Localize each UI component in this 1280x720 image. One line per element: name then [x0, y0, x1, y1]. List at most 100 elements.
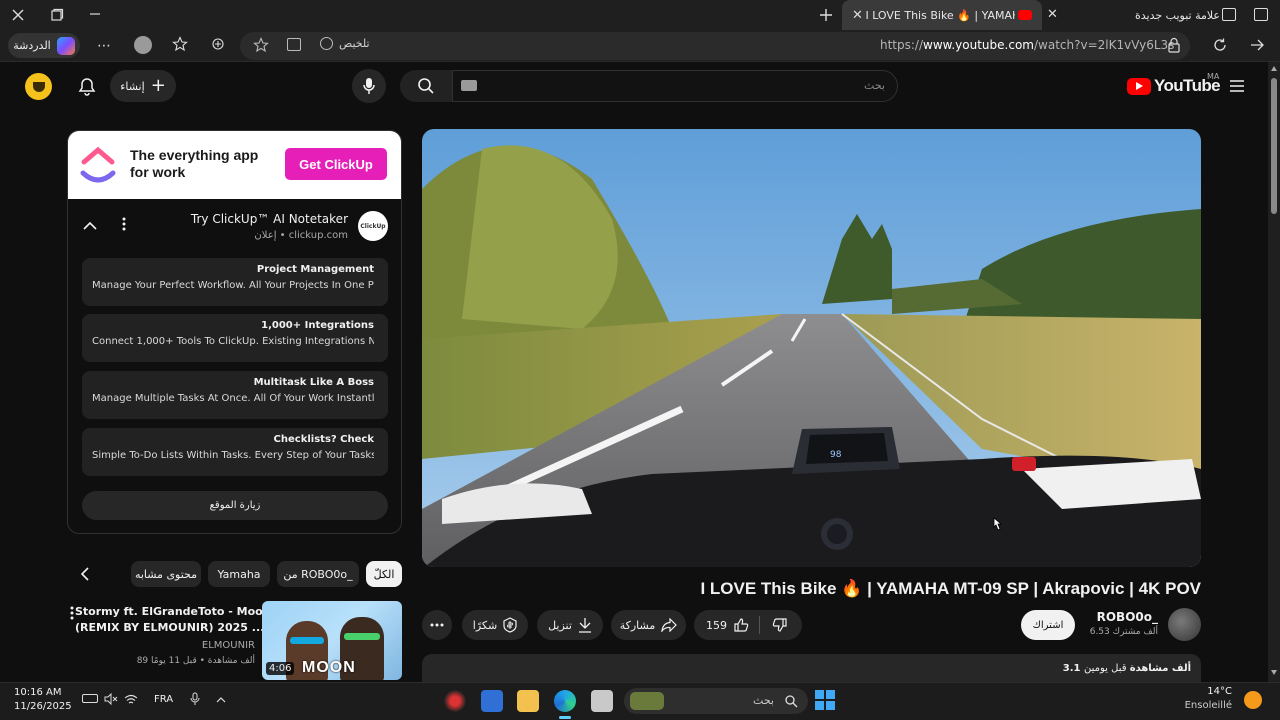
tab-actions-icon[interactable] [1254, 8, 1268, 21]
chip-from-channel[interactable]: من ROBO0o_ [277, 561, 359, 587]
clickup-logo-icon [78, 143, 118, 187]
taskbar-search[interactable]: بحث [624, 688, 808, 714]
ad-sitelink[interactable]: Checklists? Check Simple To-Do Lists Wit… [82, 428, 388, 476]
search-button[interactable] [400, 70, 452, 102]
start-button[interactable] [815, 690, 835, 710]
advertiser-logo[interactable]: ClickUp [358, 211, 388, 241]
tab-close-icon[interactable]: ✕ [852, 8, 863, 23]
weather-widget[interactable]: 14°C Ensoleillé [1185, 686, 1270, 716]
search-input[interactable]: بحث [452, 70, 898, 102]
taskbar-store-icon[interactable] [481, 690, 503, 712]
ad-sitelink-desc: Simple To-Do Lists Within Tasks. Every S… [92, 450, 374, 461]
create-label: إنشاء [120, 79, 145, 93]
ad-collapse-icon[interactable] [83, 221, 97, 230]
thanks-button[interactable]: شكرًا [462, 610, 528, 640]
split-screen-icon[interactable] [287, 38, 301, 51]
tab-close-icon-2[interactable]: ✕ [1047, 7, 1058, 22]
ad-title[interactable]: Try ClickUp™ AI Notetaker [191, 212, 348, 226]
avatar[interactable] [25, 73, 52, 100]
close-window-icon[interactable] [10, 7, 26, 23]
summarize-button[interactable]: تلخيص [320, 37, 370, 50]
clock[interactable]: 10:16 AM 11/26/2025 [14, 686, 72, 714]
keyboard-icon[interactable] [461, 80, 477, 91]
ad-meta: إعلان • clickup.com [254, 230, 348, 241]
microphone-tray-icon[interactable] [190, 692, 200, 706]
video-player[interactable]: 98 [422, 129, 1201, 567]
ad-sitelink[interactable]: Project Management Manage Your Perfect W… [82, 258, 388, 306]
notifications-bell-icon[interactable] [78, 77, 96, 96]
tab-new-tab[interactable]: علامة تبويب جديدة [1110, 0, 1220, 30]
taskbar-app-icon-2[interactable] [591, 690, 613, 712]
copilot-chat-label: الدردشة [13, 39, 51, 52]
youtube-favicon-icon [1018, 10, 1032, 20]
view-count: 3.1 ألف مشاهدة [1062, 663, 1191, 674]
tab-title: علامة تبويب جديدة [1134, 8, 1220, 22]
url-path: /watch?v=2lK1vVy6L3s [1033, 38, 1175, 52]
volume-muted-icon[interactable] [104, 693, 118, 705]
page-scrollbar[interactable] [1268, 62, 1280, 682]
chip-related[interactable]: محتوى مشابه [131, 561, 201, 587]
ad-sitelink-title: Multitask Like A Boss [253, 377, 374, 388]
favorites-bar-icon[interactable] [172, 36, 188, 52]
profile-icon[interactable] [134, 36, 152, 54]
like-button[interactable]: 159 [696, 617, 759, 633]
taskbar-search-icon [785, 695, 798, 708]
refresh-icon[interactable] [1212, 37, 1228, 53]
taskbar-edge-icon[interactable] [554, 690, 576, 712]
like-count: 159 [706, 618, 727, 632]
video-description-box[interactable]: 3.1 ألف مشاهدة قبل يومين [422, 654, 1201, 682]
scroll-down-arrow-icon[interactable] [1271, 670, 1277, 675]
url-domain: www.youtube.com [923, 38, 1034, 52]
ad-banner[interactable]: The everything app for work Get ClickUp [68, 131, 401, 199]
show-hidden-icons-icon[interactable] [216, 696, 226, 703]
visit-site-button[interactable]: زيارة الموقع [82, 491, 388, 520]
dislike-button[interactable] [760, 617, 800, 633]
favorite-star-icon[interactable] [253, 37, 269, 53]
download-button[interactable]: تنزيل [537, 610, 603, 640]
chip-yamaha[interactable]: Yamaha [208, 561, 270, 587]
restore-window-icon[interactable] [50, 8, 64, 22]
ad-sitelink[interactable]: 1,000+ Integrations Connect 1,000+ Tools… [82, 314, 388, 362]
banner-headline-line-2: for work [130, 164, 186, 180]
new-tab-icon[interactable] [818, 7, 834, 23]
channel-avatar[interactable] [1168, 608, 1201, 641]
scrollbar-thumb[interactable] [1271, 78, 1277, 214]
ad-sitelink[interactable]: Multitask Like A Boss Manage Multiple Ta… [82, 371, 388, 419]
wifi-icon[interactable] [124, 694, 138, 705]
mouse-cursor-icon [992, 517, 1002, 531]
create-button[interactable]: إنشاء + [110, 70, 176, 102]
recommended-thumbnail[interactable]: MOON 4:06 [262, 601, 402, 680]
thumbnail-sunglasses [344, 633, 380, 640]
voice-search-button[interactable] [352, 69, 386, 103]
battery-icon[interactable] [82, 694, 98, 703]
minimize-window-icon[interactable] [88, 7, 102, 21]
taskbar-file-explorer-icon[interactable] [517, 690, 539, 712]
copilot-chat-button[interactable]: الدردشة [8, 33, 80, 58]
share-button[interactable]: مشاركة [611, 610, 686, 640]
chips-next-icon[interactable] [80, 567, 90, 581]
forward-icon[interactable] [1249, 37, 1265, 53]
video-more-icon[interactable] [70, 606, 74, 620]
ad-more-icon[interactable] [122, 217, 126, 231]
menu-icon[interactable] [1229, 79, 1245, 93]
copilot-icon [56, 36, 75, 55]
taskbar-app-icon[interactable] [444, 690, 466, 712]
get-clickup-button[interactable]: Get ClickUp [285, 148, 387, 180]
more-options-icon[interactable]: ⋯ [97, 38, 111, 54]
url-prefix: https:// [880, 38, 924, 52]
scroll-up-arrow-icon[interactable] [1271, 66, 1277, 71]
video-frame: 98 [422, 129, 1201, 567]
recommended-video[interactable]: Stormy ft. ElGrandeToto - Moon (REMIX BY… [67, 601, 402, 681]
chip-all[interactable]: الكلّ [366, 561, 402, 587]
tab-active-video[interactable]: ✕ I LOVE This Bike 🔥 | YAMAHA MT [842, 0, 1042, 30]
download-label: تنزيل [548, 618, 572, 632]
thumbnail-sunglasses [290, 637, 324, 644]
download-icon [578, 618, 591, 633]
subscribe-button[interactable]: اشتراك [1021, 610, 1075, 640]
extensions-icon[interactable] [210, 36, 226, 52]
share-label: مشاركة [619, 618, 656, 632]
more-actions-button[interactable] [422, 610, 452, 640]
youtube-play-icon [1127, 77, 1151, 95]
input-language[interactable]: FRA [154, 694, 173, 705]
lock-icon[interactable] [1167, 37, 1181, 53]
